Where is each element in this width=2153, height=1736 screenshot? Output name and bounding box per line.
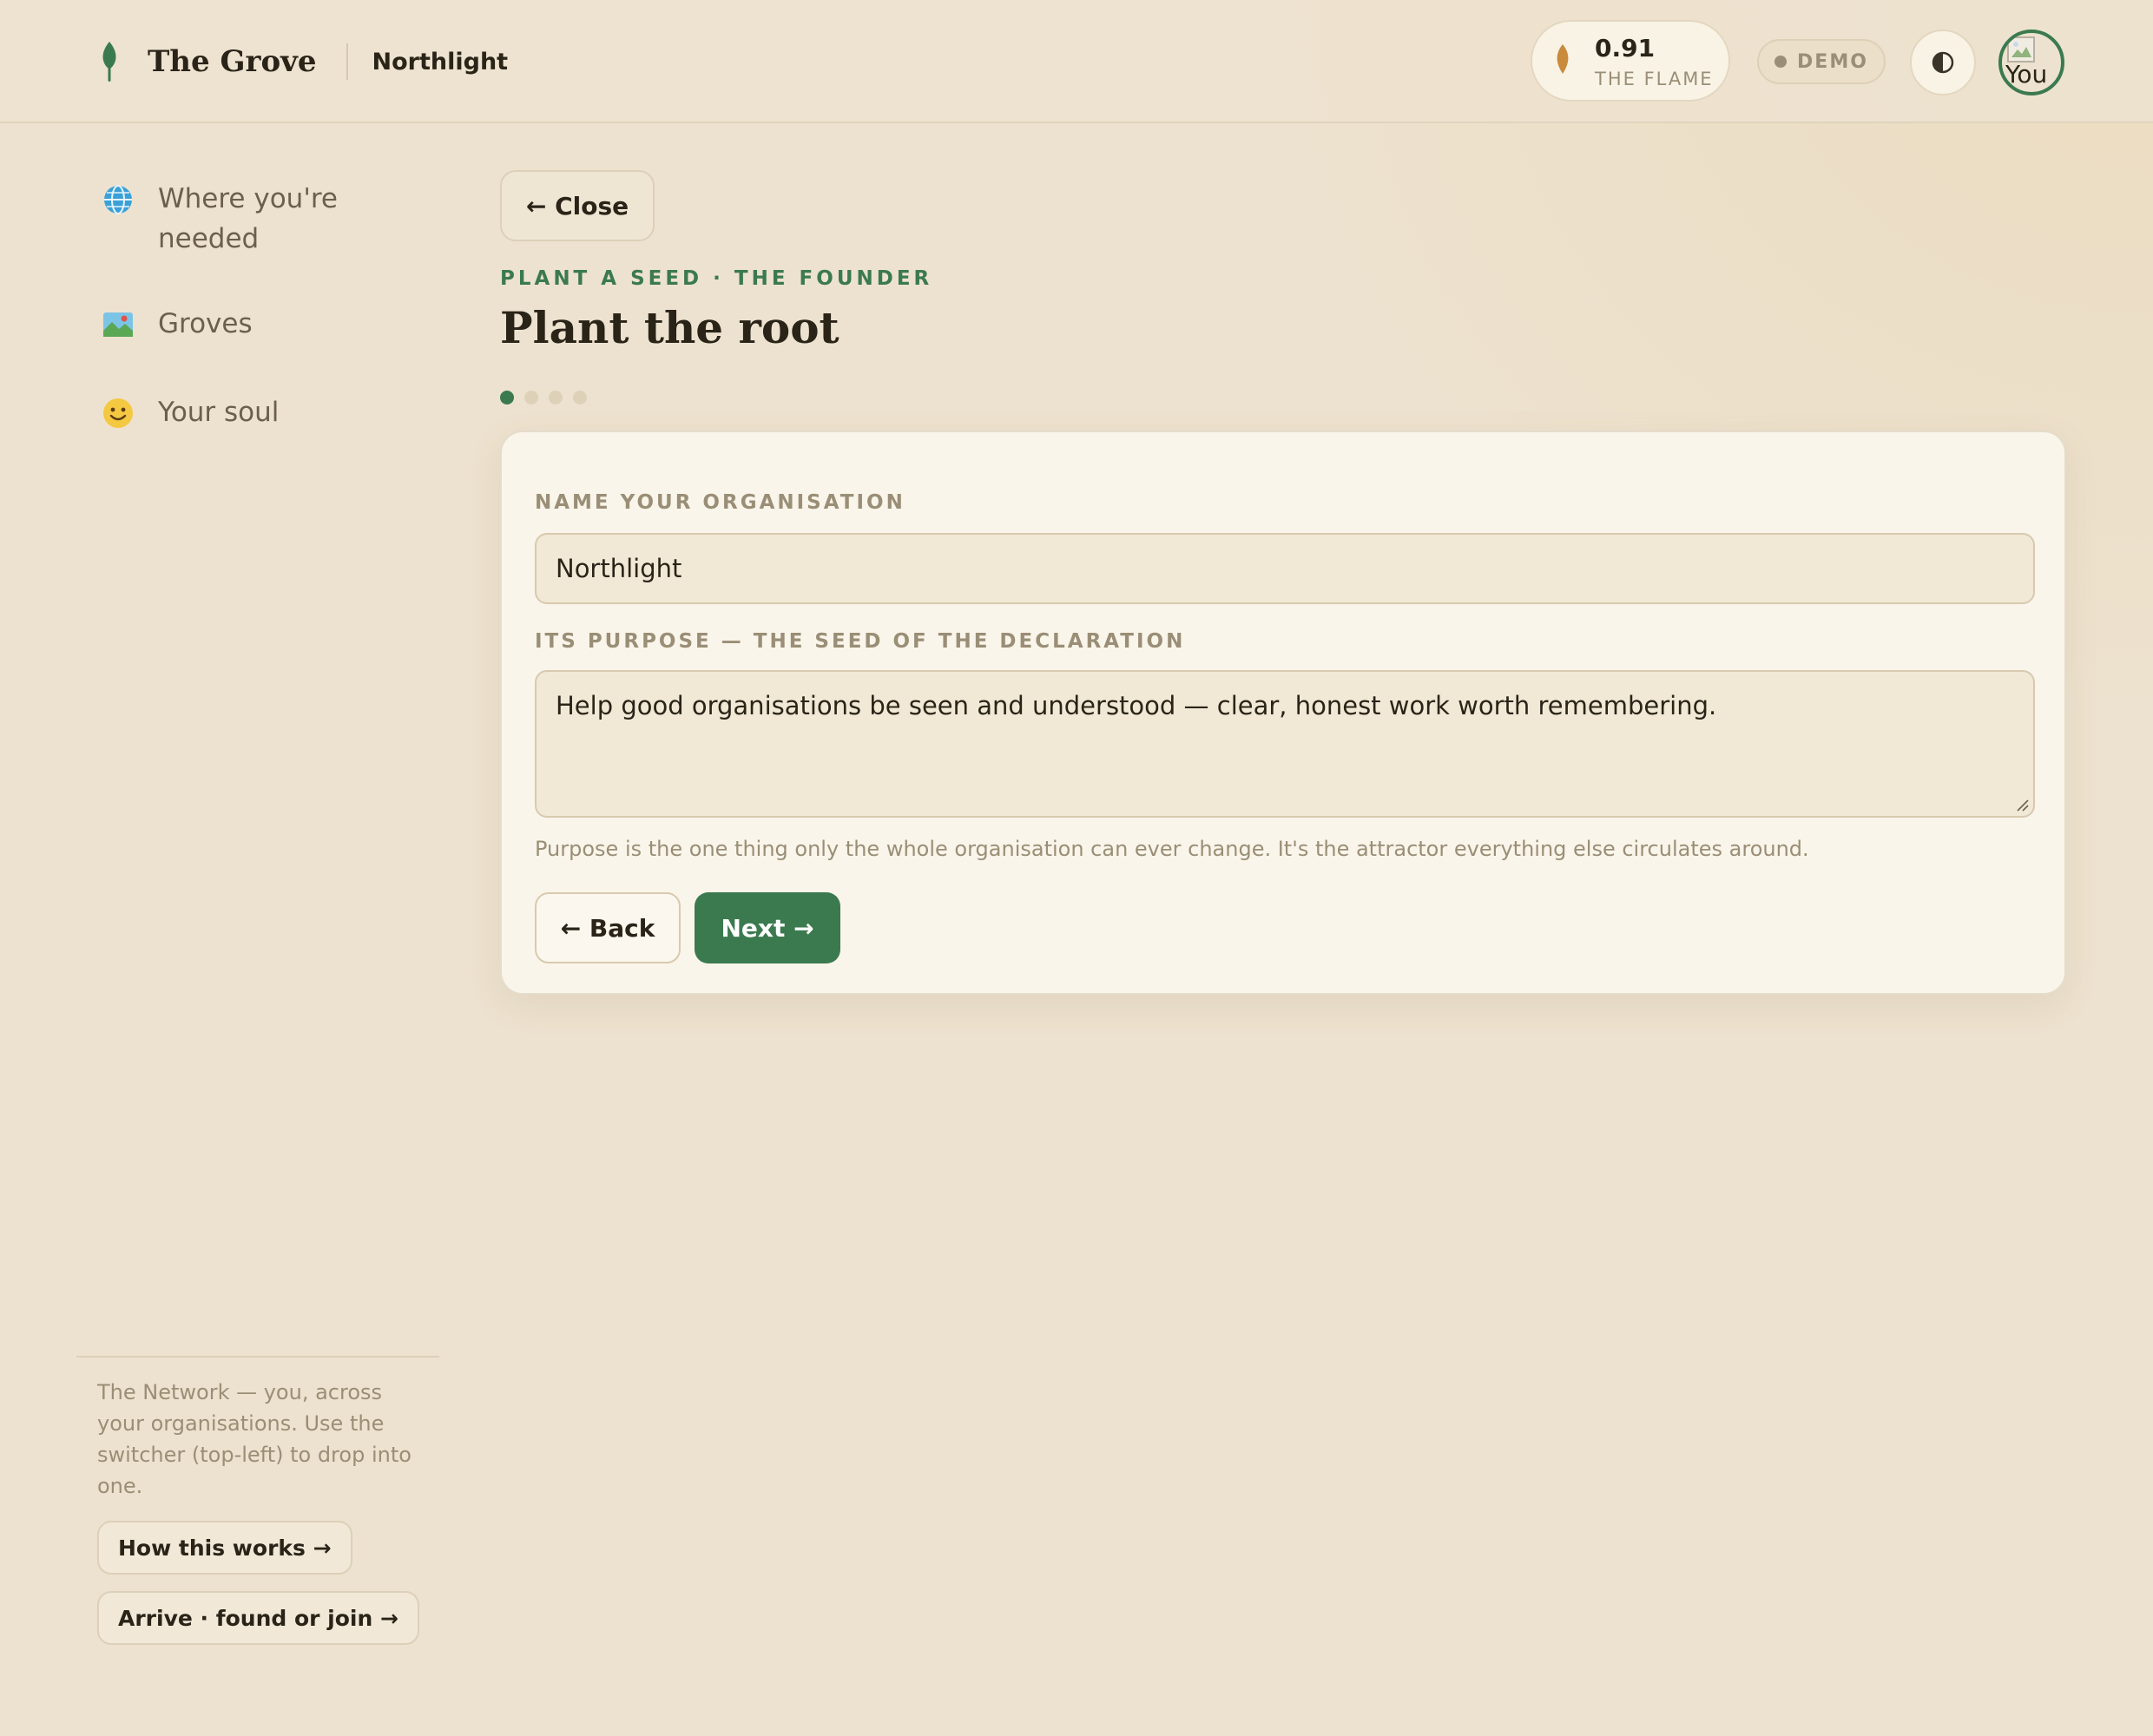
sidebar-network-note: The Network — you, across your organisat… (97, 1380, 412, 1498)
avatar-alt-text: You (2005, 60, 2048, 89)
demo-badge: DEMO (1757, 39, 1886, 84)
flame-icon (1557, 44, 1569, 74)
purpose-textarea[interactable]: Help good organisations be seen and unde… (535, 670, 2035, 818)
flame-label: THE FLAME (1595, 69, 1714, 89)
next-button[interactable]: Next → (695, 892, 840, 963)
org-switcher[interactable]: Northlight (372, 49, 509, 76)
sidebar-item-label: Groves (158, 308, 253, 339)
brand-name: The Grove (148, 44, 317, 79)
sidebar-item-label: Your soul (158, 397, 280, 428)
flame-value: 0.91 (1595, 34, 1656, 62)
demo-dot-icon (1774, 56, 1788, 68)
sidebar-item-where-needed[interactable]: Where you're needed (97, 179, 358, 259)
demo-label: DEMO (1797, 50, 1868, 73)
avatar[interactable]: You (1998, 30, 2064, 95)
map-icon (97, 304, 139, 345)
top-bar: The Grove Northlight 0.91 THE FLAME DEMO… (0, 0, 2153, 123)
leaf-icon (102, 42, 116, 82)
close-button[interactable]: ← Close (500, 170, 655, 241)
theme-toggle-button[interactable] (1910, 30, 1976, 95)
arrive-found-or-join-button[interactable]: Arrive · found or join → (97, 1591, 419, 1645)
back-button[interactable]: ← Back (535, 892, 681, 963)
step-dot (524, 391, 538, 404)
smile-icon (97, 392, 139, 434)
step-indicator (500, 391, 597, 404)
sidebar-item-label: Where you're needed (158, 183, 338, 254)
resize-handle-icon[interactable] (2014, 797, 2030, 812)
broken-image-icon (2007, 36, 2035, 62)
contrast-icon (1932, 51, 1954, 74)
sidebar-item-groves[interactable]: Groves (97, 304, 253, 345)
step-dot-active (500, 391, 514, 404)
sidebar-item-your-soul[interactable]: Your soul (97, 392, 279, 434)
page-title: Plant the root (500, 302, 839, 353)
sidebar-divider (76, 1356, 439, 1358)
purpose-help-text: Purpose is the one thing only the whole … (535, 837, 1809, 861)
organisation-name-label: NAME YOUR ORGANISATION (535, 491, 905, 514)
flame-score[interactable]: 0.91 THE FLAME (1531, 20, 1730, 102)
purpose-label: ITS PURPOSE — THE SEED OF THE DECLARATIO… (535, 630, 1186, 653)
step-dot (549, 391, 563, 404)
globe-icon (97, 179, 139, 220)
step-dot (573, 391, 587, 404)
brand-divider (346, 43, 348, 80)
how-this-works-button[interactable]: How this works → (97, 1521, 352, 1575)
section-eyebrow: PLANT A SEED · THE FOUNDER (500, 267, 933, 290)
plant-root-form-card: NAME YOUR ORGANISATION ITS PURPOSE — THE… (500, 431, 2066, 995)
brand[interactable]: The Grove Northlight (97, 40, 508, 83)
organisation-name-input[interactable] (535, 533, 2035, 604)
